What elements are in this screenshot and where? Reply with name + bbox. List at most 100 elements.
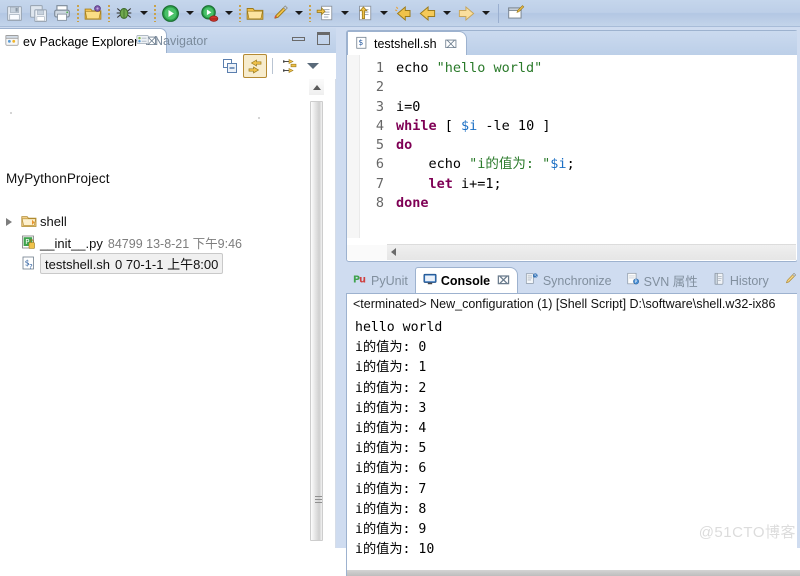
next-annotation-dropdown-arrow[interactable]: [337, 2, 352, 25]
run-button[interactable]: [158, 2, 182, 25]
tab-label: PyUnit: [371, 273, 408, 288]
editor-tabrow: $ testshell.sh ⌧: [347, 31, 797, 56]
tab-pyunit[interactable]: P u PyUnit: [346, 268, 415, 293]
save-all-button[interactable]: [26, 2, 50, 25]
svn-icon: P: [626, 272, 640, 289]
next-annotation-button[interactable]: [313, 2, 337, 25]
folder-icon: [18, 214, 40, 229]
tree-item-shell[interactable]: shell: [0, 211, 320, 232]
toolbar-separator: [105, 2, 112, 25]
console-line: i的值为: 0: [355, 340, 427, 356]
tree-item-name: shell: [40, 214, 67, 229]
new-project-button[interactable]: [81, 2, 105, 25]
toolbar-divider: [493, 2, 504, 25]
scroll-left-arrow-icon[interactable]: [391, 248, 396, 256]
code-editor-area[interactable]: 1 echo "hello world" 2 3 i=0 4 while [ $i -le …: [347, 55, 797, 238]
new-editor-button[interactable]: [504, 2, 528, 25]
focus-on-active-task-button[interactable]: [278, 55, 300, 77]
tab-navigator[interactable]: Navigator: [128, 28, 216, 53]
scrollbar-thumb[interactable]: [310, 101, 323, 541]
previous-annotation-button[interactable]: [352, 2, 376, 25]
last-edit-location-button[interactable]: [391, 2, 415, 25]
project-tree[interactable]: shell P __init__.py 84799 13-8-21 下午9:46…: [0, 211, 320, 274]
toolbar-separator: [74, 2, 81, 25]
tab-label: Navigator: [154, 33, 208, 48]
tab-synchronize[interactable]: S Synchronize: [518, 268, 619, 293]
history-icon: [712, 272, 726, 289]
console-line: i的值为: 1: [355, 360, 427, 376]
decorative-dot: [258, 117, 260, 119]
close-icon[interactable]: ⌧: [497, 274, 510, 287]
code-content[interactable]: 1 echo "hello world" 2 3 i=0 4 while [ $i -le …: [360, 59, 575, 213]
tab-label: Console: [440, 273, 491, 288]
svg-text:$: $: [358, 38, 363, 47]
console-line: hello world: [355, 320, 443, 335]
code-line: 4 while [ $i -le 10 ]: [360, 117, 575, 136]
project-label[interactable]: MyPythonProject: [6, 171, 110, 186]
run-dropdown-arrow[interactable]: [182, 2, 197, 25]
chevron-down-icon: [307, 63, 319, 69]
shell-file-icon: $: [355, 36, 369, 53]
line-number: 8: [375, 195, 384, 212]
tab-label: ev Package Explorer: [23, 34, 139, 49]
pydev-dropdown-arrow[interactable]: [291, 2, 306, 25]
line-number: 3: [375, 98, 384, 115]
package-explorer-tree-area[interactable]: MyPythonProject shell P __init__.py 8479…: [0, 79, 336, 548]
forward-button[interactable]: [454, 2, 478, 25]
external-tools-button[interactable]: [197, 2, 221, 25]
tab-console[interactable]: Console ⌧: [414, 267, 518, 293]
python-file-icon: P: [18, 235, 40, 250]
editor-horizontal-scrollbar[interactable]: [387, 244, 796, 260]
toolbar-divider: [272, 58, 273, 74]
code-line: 1 echo "hello world": [360, 59, 575, 78]
expand-twisty-icon[interactable]: [0, 217, 18, 226]
back-dropdown-arrow[interactable]: [439, 2, 454, 25]
tree-item-init-py[interactable]: P __init__.py 84799 13-8-21 下午9:46: [0, 232, 320, 253]
code-line: 6 echo "i的值为: "$i;: [360, 155, 575, 174]
search-icon: [783, 272, 797, 289]
toolbar-separator: [236, 2, 243, 25]
tab-label: testshell.sh: [374, 37, 437, 51]
close-icon[interactable]: ⌧: [445, 38, 458, 51]
tree-item-label: testshell.sh 0 70-1-1 上午8:00: [40, 253, 224, 274]
external-tools-dropdown-arrow[interactable]: [221, 2, 236, 25]
view-menu-button[interactable]: [302, 55, 324, 77]
open-type-button[interactable]: [243, 2, 267, 25]
console-line: i的值为: 5: [355, 441, 427, 457]
debug-dropdown-arrow[interactable]: [136, 2, 151, 25]
back-button[interactable]: [415, 2, 439, 25]
tree-item-name: __init__.py: [40, 236, 103, 251]
print-button[interactable]: [50, 2, 74, 25]
link-with-editor-toggle[interactable]: [243, 54, 267, 78]
panel-window-buttons: [292, 32, 330, 45]
tree-item-name: testshell.sh: [45, 257, 111, 272]
tab-svn-properties[interactable]: P SVN 属性: [619, 268, 705, 293]
line-text: done: [396, 195, 429, 212]
code-line: 3 i=0: [360, 98, 575, 117]
code-line: 7 let i+=1;: [360, 175, 575, 194]
maximize-icon[interactable]: [317, 32, 330, 45]
collapse-all-button[interactable]: [219, 55, 241, 77]
tab-testshell-sh[interactable]: $ testshell.sh ⌧: [347, 31, 468, 56]
scrollbar-grip-icon: [315, 496, 322, 503]
package-explorer-scrollbar[interactable]: [309, 79, 324, 548]
line-text: echo "i的值为: "$i;: [396, 156, 575, 173]
tree-item-testshell-sh[interactable]: $ ? testshell.sh 0 70-1-1 上午8:00: [0, 253, 320, 274]
save-button[interactable]: [2, 2, 26, 25]
package-explorer-panel: ev Package Explorer ⌧ Navigator MyPython…: [0, 28, 336, 548]
previous-annotation-dropdown-arrow[interactable]: [376, 2, 391, 25]
debug-button[interactable]: [112, 2, 136, 25]
package-explorer-tabrow: ev Package Explorer ⌧ Navigator: [0, 28, 336, 54]
console-tabrow: P u PyUnit Console ⌧ S Synchronize P SVN…: [346, 267, 800, 293]
editor-hscroll-gutter: [347, 245, 387, 260]
pydev-button[interactable]: [267, 2, 291, 25]
line-number: 5: [375, 137, 384, 154]
minimize-icon[interactable]: [292, 36, 305, 41]
line-number: 7: [375, 175, 384, 192]
shell-file-icon: $ ?: [18, 256, 40, 271]
tab-history[interactable]: History: [705, 268, 776, 293]
scroll-up-arrow-icon[interactable]: [309, 79, 324, 95]
console-line: i的值为: 4: [355, 421, 427, 437]
tree-item-label: shell: [40, 214, 67, 229]
forward-dropdown-arrow[interactable]: [478, 2, 493, 25]
